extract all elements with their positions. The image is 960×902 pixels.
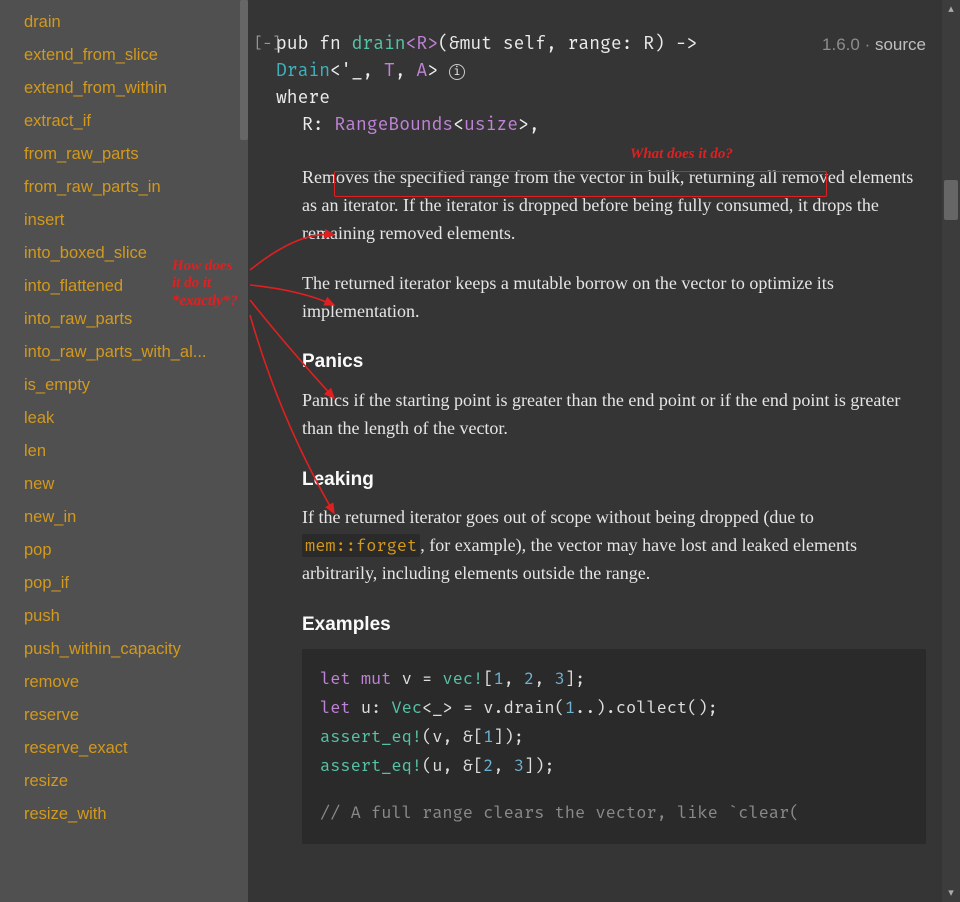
sig-args: (&mut self, range: R) -> <box>438 32 697 54</box>
return-type[interactable]: Drain <box>276 59 330 81</box>
scrollbar-thumb[interactable] <box>944 180 958 220</box>
sidebar-item-insert[interactable]: insert <box>0 204 248 237</box>
doc-block: Removes the specified range from the vec… <box>276 164 926 844</box>
sidebar-item-from_raw_parts_in[interactable]: from_raw_parts_in <box>0 171 248 204</box>
doc-panics: Panics if the starting point is greater … <box>302 387 926 443</box>
sidebar-item-remove[interactable]: remove <box>0 666 248 699</box>
generic-r: <R> <box>406 32 438 54</box>
sidebar-item-len[interactable]: len <box>0 435 248 468</box>
doc-p2: The returned iterator keeps a mutable bo… <box>302 270 926 326</box>
where-keyword: where <box>276 86 330 108</box>
sidebar-item-push[interactable]: push <box>0 600 248 633</box>
sidebar-item-pop_if[interactable]: pop_if <box>0 567 248 600</box>
vertical-scrollbar[interactable]: ▴ ▾ <box>942 0 960 902</box>
sidebar-item-reserve_exact[interactable]: reserve_exact <box>0 732 248 765</box>
doc-leaking: If the returned iterator goes out of sco… <box>302 504 926 588</box>
sidebar-item-into_raw_parts_with_alloc[interactable]: into_raw_parts_with_al... <box>0 336 248 369</box>
keyword-pub-fn: pub fn <box>276 32 352 54</box>
sidebar-item-drain[interactable]: drain <box>0 6 248 39</box>
main-content: [−] pub fn drain<R>(&mut self, range: R)… <box>248 0 960 902</box>
sidebar-item-resize_with[interactable]: resize_with <box>0 798 248 831</box>
sidebar-item-into_boxed_slice[interactable]: into_boxed_slice <box>0 237 248 270</box>
sidebar-item-resize[interactable]: resize <box>0 765 248 798</box>
sidebar-item-leak[interactable]: leak <box>0 402 248 435</box>
sidebar-item-from_raw_parts[interactable]: from_raw_parts <box>0 138 248 171</box>
since-version: 1.6.0 <box>822 35 860 54</box>
fn-name[interactable]: drain <box>352 32 406 54</box>
sidebar-item-extend_from_slice[interactable]: extend_from_slice <box>0 39 248 72</box>
sidebar-item-push_within_capacity[interactable]: push_within_capacity <box>0 633 248 666</box>
sidebar-item-new[interactable]: new <box>0 468 248 501</box>
example-code: let mut v = vec![1, 2, 3]; let u: Vec<_>… <box>302 649 926 843</box>
method-signature: [−] pub fn drain<R>(&mut self, range: R)… <box>276 30 926 138</box>
sidebar-item-is_empty[interactable]: is_empty <box>0 369 248 402</box>
code-mem-forget[interactable]: mem::forget <box>302 534 420 557</box>
sidebar-item-into_flattened[interactable]: into_flattened <box>0 270 248 303</box>
scroll-up-icon[interactable]: ▴ <box>942 0 960 18</box>
collapse-toggle[interactable]: [−] <box>254 32 281 55</box>
heading-panics: Panics <box>302 347 926 376</box>
scroll-down-icon[interactable]: ▾ <box>942 884 960 902</box>
source-link[interactable]: source <box>875 35 926 54</box>
heading-examples: Examples <box>302 610 926 639</box>
sidebar-item-extend_from_within[interactable]: extend_from_within <box>0 72 248 105</box>
sidebar-item-into_raw_parts[interactable]: into_raw_parts <box>0 303 248 336</box>
trait-rangebounds[interactable]: RangeBounds <box>334 113 453 135</box>
sidebar-item-new_in[interactable]: new_in <box>0 501 248 534</box>
sidebar-scrollbar-thumb[interactable] <box>240 0 248 140</box>
since-source: 1.6.0 · source <box>822 32 926 58</box>
sidebar-item-extract_if[interactable]: extract_if <box>0 105 248 138</box>
notable-traits-icon[interactable]: i <box>449 64 465 80</box>
heading-leaking: Leaking <box>302 465 926 494</box>
sidebar-list: drain extend_from_slice extend_from_with… <box>0 6 248 831</box>
doc-summary: Removes the specified range from the vec… <box>302 164 926 248</box>
sidebar-item-pop[interactable]: pop <box>0 534 248 567</box>
sidebar: drain extend_from_slice extend_from_with… <box>0 0 248 902</box>
type-usize[interactable]: usize <box>464 113 518 135</box>
sidebar-item-reserve[interactable]: reserve <box>0 699 248 732</box>
